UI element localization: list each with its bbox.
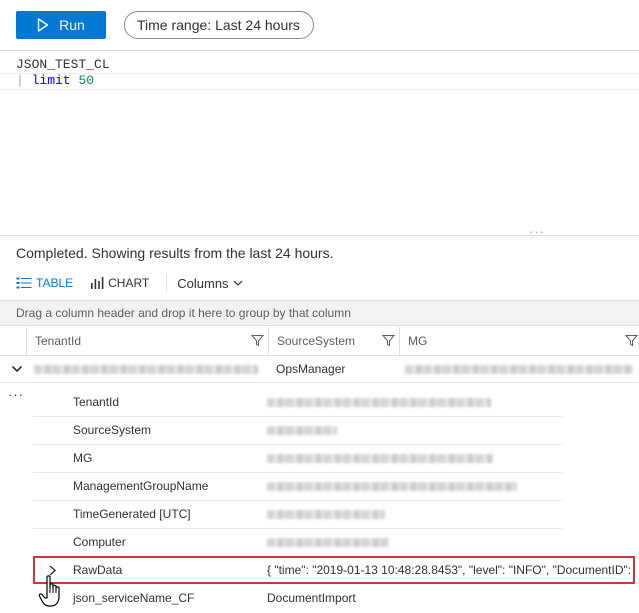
detail-row-sourcesystem: SourceSystem bbox=[33, 416, 563, 445]
detail-label: json_serviceName_CF bbox=[73, 591, 195, 605]
detail-row-timegenerated: TimeGenerated [UTC] bbox=[33, 500, 563, 529]
column-header-label: TenantId bbox=[35, 334, 82, 348]
tab-table-label: TABLE bbox=[36, 276, 74, 290]
redacted-value bbox=[267, 398, 491, 407]
redacted-value bbox=[267, 482, 517, 491]
detail-value: { "time": "2019-01-13 10:48:28.8453", "l… bbox=[267, 563, 632, 577]
time-range-button[interactable]: Time range: Last 24 hours bbox=[124, 11, 314, 39]
filter-icon[interactable] bbox=[382, 334, 395, 347]
chevron-down-icon[interactable] bbox=[11, 364, 23, 374]
columns-dropdown-label: Columns bbox=[177, 275, 229, 291]
detail-row-json-servicename: json_serviceName_CF DocumentImport bbox=[33, 584, 563, 612]
tab-table[interactable]: TABLE bbox=[16, 276, 73, 290]
tab-separator bbox=[166, 274, 168, 292]
column-header-label: MG bbox=[408, 334, 428, 348]
detail-label: TimeGenerated [UTC] bbox=[73, 507, 191, 521]
redacted-value bbox=[267, 426, 337, 435]
column-header-sourcesystem[interactable]: SourceSystem bbox=[268, 327, 399, 355]
current-line-highlight bbox=[0, 73, 639, 90]
column-header-mg[interactable]: MG bbox=[399, 327, 639, 355]
play-icon bbox=[37, 18, 49, 32]
table-row[interactable]: OpsManager bbox=[0, 356, 639, 383]
cell-sourcesystem: OpsManager bbox=[276, 362, 346, 376]
code-number: 50 bbox=[78, 73, 95, 88]
detail-row-tenantid: TenantId bbox=[33, 388, 563, 417]
run-button-label: Run bbox=[59, 17, 85, 33]
detail-row-rawdata[interactable]: RawData { "time": "2019-01-13 10:48:28.8… bbox=[33, 556, 635, 584]
code-line-2: | limit 50 bbox=[16, 73, 94, 89]
query-toolbar: Run Time range: Last 24 hours bbox=[0, 0, 639, 51]
group-by-drop-area[interactable]: Drag a column header and drop it here to… bbox=[0, 300, 639, 326]
hand-cursor-icon bbox=[38, 575, 60, 607]
grid-header: TenantId SourceSystem MG bbox=[0, 327, 639, 356]
detail-label: SourceSystem bbox=[73, 423, 152, 437]
detail-row-managementgroupname: ManagementGroupName bbox=[33, 472, 563, 501]
redacted-mg bbox=[405, 365, 633, 374]
column-header-label: SourceSystem bbox=[277, 334, 356, 348]
filter-icon[interactable] bbox=[251, 334, 264, 347]
code-pipe: | bbox=[16, 73, 24, 88]
results-status: Completed. Showing results from the last… bbox=[16, 245, 334, 261]
chevron-down-icon bbox=[233, 280, 242, 286]
detail-row-computer: Computer bbox=[33, 528, 563, 557]
redacted-value bbox=[267, 454, 493, 463]
filter-icon[interactable] bbox=[625, 334, 638, 347]
detail-value: DocumentImport bbox=[267, 591, 356, 605]
detail-label: RawData bbox=[73, 563, 123, 577]
run-button[interactable]: Run bbox=[16, 11, 106, 39]
detail-label: ManagementGroupName bbox=[73, 479, 209, 493]
column-header-tenantid[interactable]: TenantId bbox=[26, 327, 268, 355]
query-editor[interactable]: JSON_TEST_CL | limit 50 bbox=[0, 51, 639, 235]
columns-dropdown[interactable]: Columns bbox=[177, 276, 242, 291]
detail-row-mg: MG bbox=[33, 444, 563, 473]
detail-label: MG bbox=[73, 451, 93, 465]
detail-label: TenantId bbox=[73, 395, 120, 409]
detail-label: Computer bbox=[73, 535, 126, 549]
table-icon bbox=[16, 277, 32, 289]
code-keyword: limit bbox=[31, 73, 71, 88]
redacted-value bbox=[267, 538, 389, 547]
more-options-icon[interactable]: ··· bbox=[8, 387, 24, 402]
pane-splitter[interactable] bbox=[0, 235, 639, 240]
tab-chart[interactable]: CHART bbox=[90, 276, 149, 290]
redacted-tenantid bbox=[34, 365, 258, 374]
code-line-1: JSON_TEST_CL bbox=[16, 57, 110, 72]
redacted-value bbox=[267, 510, 385, 519]
chart-icon bbox=[91, 277, 104, 289]
tab-chart-label: CHART bbox=[108, 276, 150, 290]
results-view-tabs: TABLE CHART Columns bbox=[16, 272, 243, 294]
